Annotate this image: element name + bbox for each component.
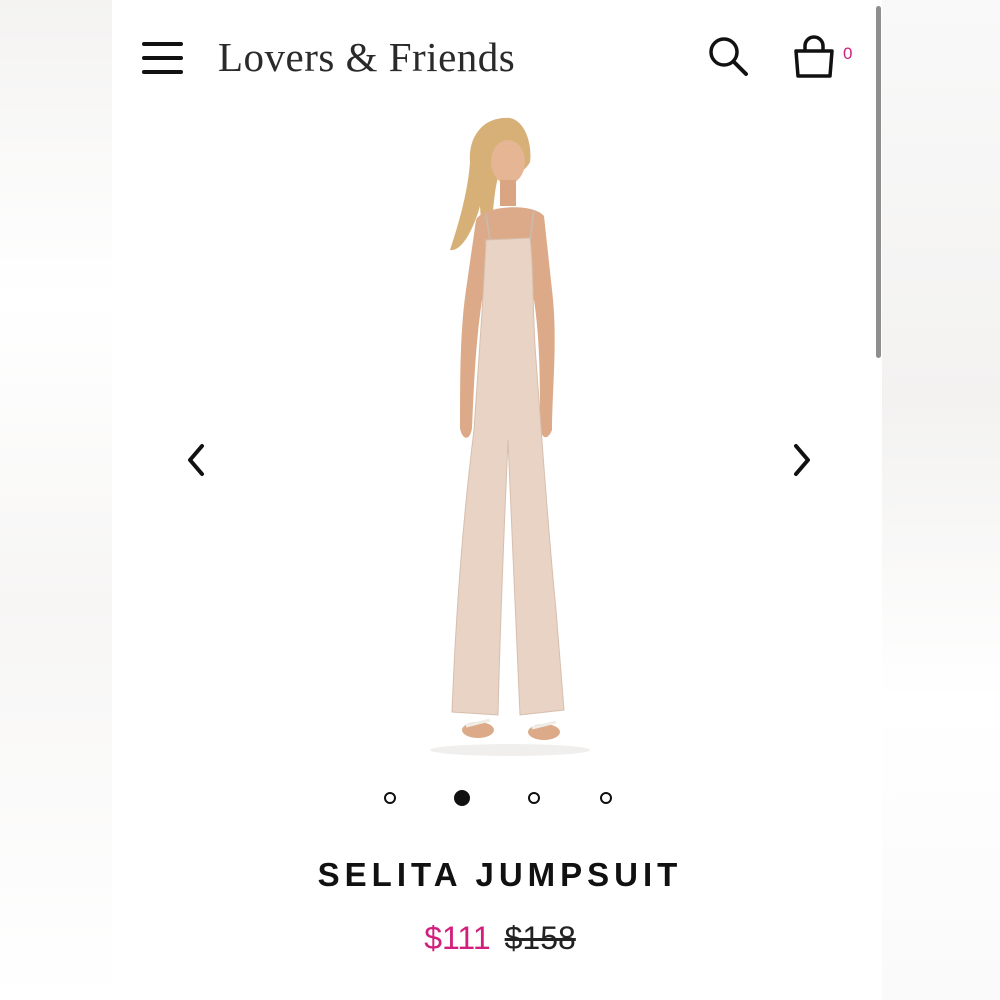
product-image[interactable] <box>402 110 612 765</box>
hamburger-menu-icon[interactable] <box>142 42 184 76</box>
original-price: $158 <box>504 920 576 956</box>
chevron-right-icon[interactable] <box>786 440 818 480</box>
cart-count-badge: 0 <box>843 44 853 63</box>
chevron-left-icon[interactable] <box>180 440 212 480</box>
carousel-dot-2-active[interactable] <box>454 790 470 806</box>
brand-logo[interactable]: Lovers & Friends <box>218 33 515 81</box>
search-icon[interactable] <box>706 34 752 80</box>
background-blur-left <box>0 0 112 1000</box>
price-row: $111 $158 <box>112 920 888 957</box>
carousel-pagination <box>384 790 624 810</box>
product-title: SELITA JUMPSUIT <box>317 856 683 893</box>
carousel-dot-3[interactable] <box>528 792 540 804</box>
background-blur-right <box>882 0 1000 1000</box>
sale-price: $111 <box>424 920 491 956</box>
product-page: Lovers & Friends 0 SELITA JUMPSUIT $111 … <box>112 0 882 1000</box>
carousel-dot-1[interactable] <box>384 792 396 804</box>
site-header: Lovers & Friends 0 <box>112 0 882 115</box>
carousel-dot-4[interactable] <box>600 792 612 804</box>
scrollbar[interactable] <box>876 6 881 358</box>
shopping-bag-icon[interactable] <box>790 34 838 80</box>
